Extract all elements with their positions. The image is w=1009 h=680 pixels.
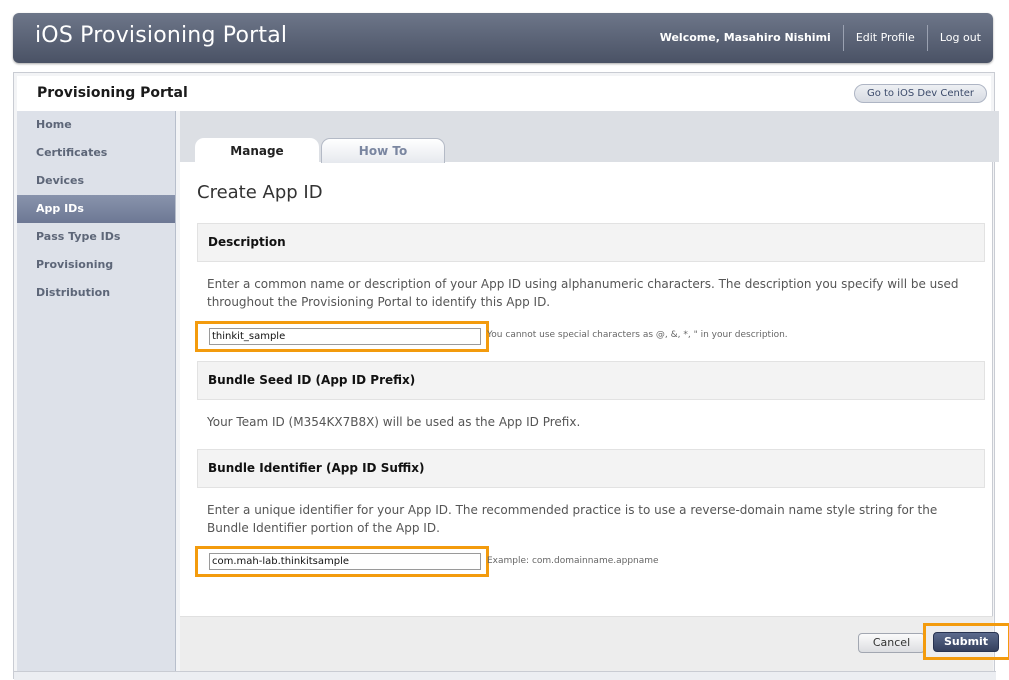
tab-how-to[interactable]: How To xyxy=(321,138,445,163)
bundle-seed-heading: Bundle Seed ID (App ID Prefix) xyxy=(197,361,985,400)
bundle-identifier-input[interactable] xyxy=(209,553,481,570)
sidebar-item-app-ids[interactable]: App IDs xyxy=(17,195,175,223)
sidebar-item-provisioning[interactable]: Provisioning xyxy=(17,251,175,279)
dev-center-button[interactable]: Go to iOS Dev Center xyxy=(854,84,987,103)
main-content: Manage How To Create App ID Description … xyxy=(180,111,1009,671)
sidebar-item-devices[interactable]: Devices xyxy=(17,167,175,195)
sidebar-item-pass-type-ids[interactable]: Pass Type IDs xyxy=(17,223,175,251)
portal-container: Provisioning Portal Go to iOS Dev Center… xyxy=(13,72,1009,680)
bundle-identifier-help-text: Enter a unique identifier for your App I… xyxy=(207,503,938,535)
edit-profile-link[interactable]: Edit Profile xyxy=(844,25,927,51)
top-banner: iOS Provisioning Portal Welcome, Masahir… xyxy=(13,13,993,63)
sidebar-item-home[interactable]: Home xyxy=(17,111,175,139)
description-highlight xyxy=(195,321,489,352)
bundle-seed-text: Your Team ID (M354KX7B8X) will be used a… xyxy=(207,415,581,429)
account-nav: Welcome, Masahiro Nishimi Edit Profile L… xyxy=(648,25,993,51)
tab-bar: Manage How To xyxy=(180,111,999,163)
description-input[interactable] xyxy=(209,328,481,345)
form-actions: Cancel Submit xyxy=(180,616,1009,671)
sidebar: Home Certificates Devices App IDs Pass T… xyxy=(17,111,176,671)
portal-header: Provisioning Portal Go to iOS Dev Center xyxy=(17,76,991,111)
tab-manage[interactable]: Manage xyxy=(195,138,319,163)
page-title: Create App ID xyxy=(197,182,323,203)
bundle-identifier-note: Example: com.domainname.appname xyxy=(487,556,659,566)
submit-button[interactable]: Submit xyxy=(933,632,999,652)
portal-title: Provisioning Portal xyxy=(37,85,188,101)
description-note: You cannot use special characters as @, … xyxy=(487,330,788,340)
bundle-identifier-highlight xyxy=(195,546,489,577)
description-heading: Description xyxy=(197,223,985,262)
bundle-identifier-heading: Bundle Identifier (App ID Suffix) xyxy=(197,449,985,488)
submit-highlight: Submit xyxy=(923,623,1009,660)
welcome-text: Welcome, Masahiro Nishimi xyxy=(659,31,831,44)
description-help-text: Enter a common name or description of yo… xyxy=(207,277,959,309)
sidebar-item-certificates[interactable]: Certificates xyxy=(17,139,175,167)
site-title: iOS Provisioning Portal xyxy=(35,23,288,48)
cancel-button[interactable]: Cancel xyxy=(858,633,925,653)
sidebar-item-distribution[interactable]: Distribution xyxy=(17,279,175,307)
log-out-link[interactable]: Log out xyxy=(928,25,993,51)
